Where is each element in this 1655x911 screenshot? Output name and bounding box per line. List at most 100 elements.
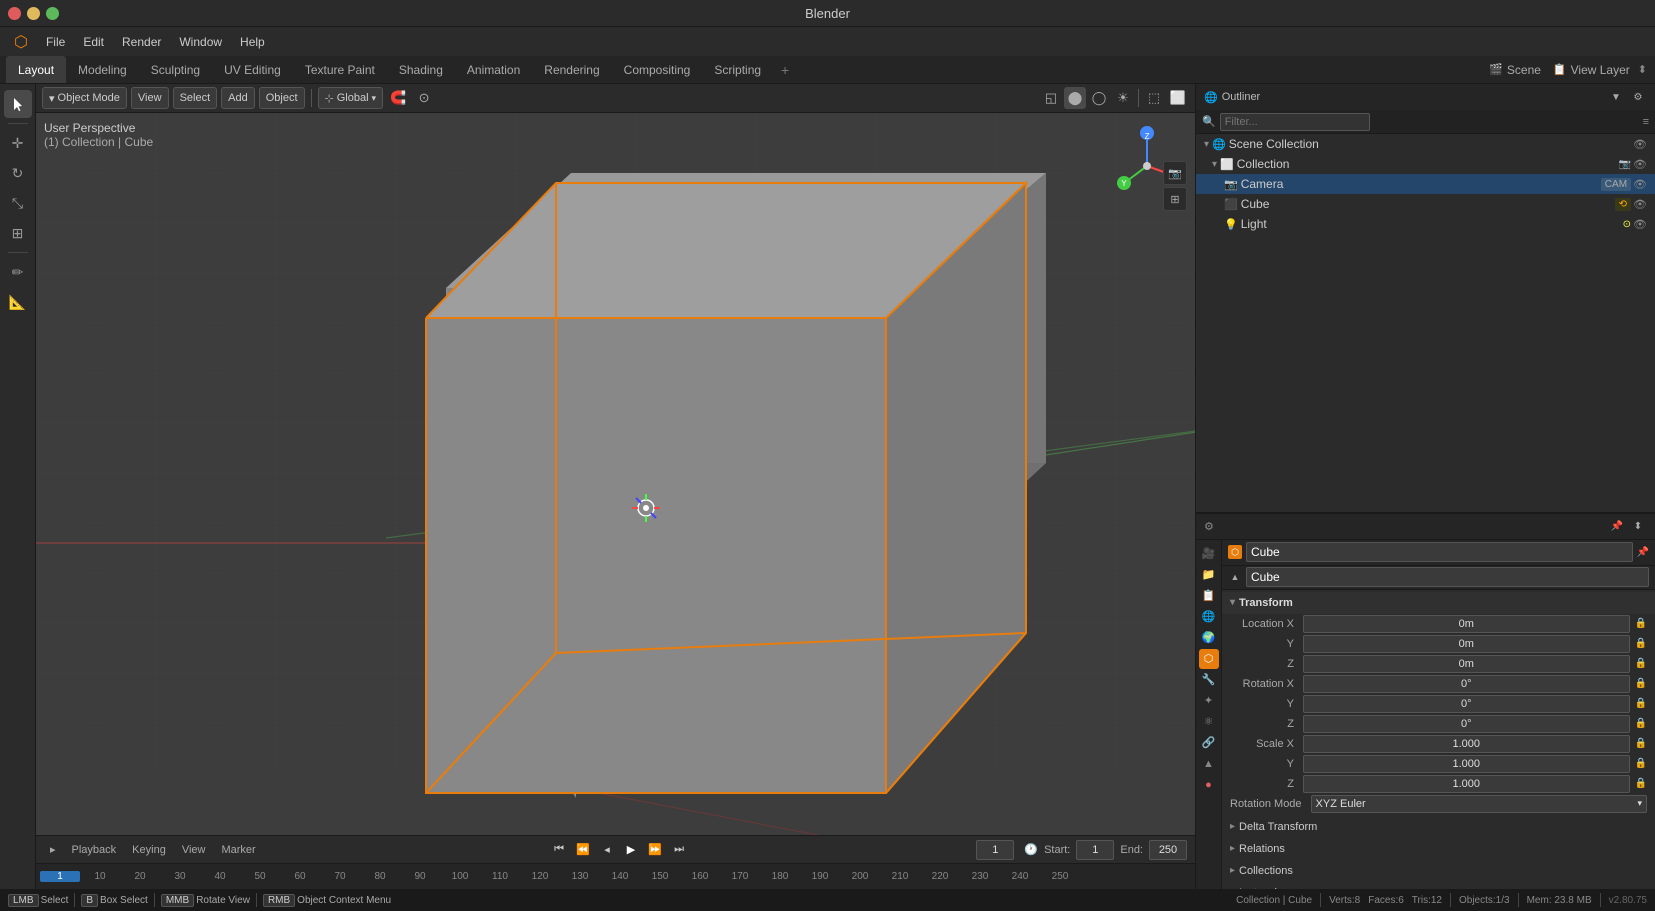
- tab-sculpting[interactable]: Sculpting: [139, 56, 212, 83]
- tab-animation[interactable]: Animation: [455, 56, 532, 83]
- prop-physics-icon[interactable]: ⚛: [1199, 712, 1219, 732]
- outliner-light[interactable]: 💡 Light ⊙ 👁: [1196, 214, 1655, 234]
- frame-20[interactable]: 20: [120, 871, 160, 882]
- annotate-tool[interactable]: ✏: [4, 258, 32, 286]
- navigation-gizmo[interactable]: Z X Y: [1087, 121, 1187, 211]
- prop-view-layer-icon[interactable]: 📋: [1199, 586, 1219, 606]
- instancing-toggle[interactable]: ▸ Instancing: [1222, 882, 1655, 890]
- toggle-camera-view[interactable]: 📷: [1163, 161, 1187, 185]
- prop-scene-icon[interactable]: 🌐: [1199, 607, 1219, 627]
- prop-render-icon[interactable]: 🎥: [1199, 544, 1219, 564]
- frame-170[interactable]: 170: [720, 871, 760, 882]
- scale-tool[interactable]: ⤡: [4, 189, 32, 217]
- solid-mode[interactable]: ⬤: [1064, 87, 1086, 109]
- transform-section-header[interactable]: ▾ Transform: [1222, 592, 1655, 614]
- minimize-button[interactable]: [27, 7, 40, 20]
- object-menu[interactable]: Object: [259, 87, 305, 109]
- view-menu[interactable]: View: [131, 87, 169, 109]
- tab-rendering[interactable]: Rendering: [532, 56, 611, 83]
- rotation-z-lock[interactable]: 🔒: [1635, 718, 1647, 729]
- tab-scripting[interactable]: Scripting: [702, 56, 773, 83]
- frame-180[interactable]: 180: [760, 871, 800, 882]
- wireframe-mode[interactable]: ◱: [1040, 87, 1062, 109]
- menu-window[interactable]: Window: [171, 32, 230, 52]
- blender-icon[interactable]: ⬡: [6, 29, 36, 55]
- prop-modifier-icon[interactable]: 🔧: [1199, 670, 1219, 690]
- rotate-tool[interactable]: ↻: [4, 159, 32, 187]
- tab-modeling[interactable]: Modeling: [66, 56, 139, 83]
- cursor-tool[interactable]: [4, 90, 32, 118]
- tab-shading[interactable]: Shading: [387, 56, 455, 83]
- frame-240[interactable]: 240: [1000, 871, 1040, 882]
- scale-y-lock[interactable]: 🔒: [1635, 758, 1647, 769]
- properties-options[interactable]: ⬍: [1629, 517, 1647, 535]
- frame-140[interactable]: 140: [600, 871, 640, 882]
- current-frame[interactable]: 1: [976, 840, 1014, 860]
- step-back[interactable]: ⏪: [572, 839, 594, 861]
- end-frame[interactable]: 250: [1149, 840, 1187, 860]
- frame-10[interactable]: 10: [80, 871, 120, 882]
- material-preview[interactable]: ◯: [1088, 87, 1110, 109]
- frame-110[interactable]: 110: [480, 871, 520, 882]
- frame-60[interactable]: 60: [280, 871, 320, 882]
- outliner-cube[interactable]: ⬛ Cube ⟲ 👁: [1196, 194, 1655, 214]
- proportional-edit[interactable]: ⊙: [413, 87, 435, 109]
- frame-90[interactable]: 90: [400, 871, 440, 882]
- location-z-lock[interactable]: 🔒: [1635, 658, 1647, 669]
- marker-menu[interactable]: Marker: [215, 842, 261, 858]
- frame-230[interactable]: 230: [960, 871, 1000, 882]
- rotation-z-field[interactable]: 0°: [1303, 715, 1630, 733]
- prop-constraints-icon[interactable]: 🔗: [1199, 733, 1219, 753]
- toggle-orthographic[interactable]: ⊞: [1163, 187, 1187, 211]
- location-y-field[interactable]: 0m: [1303, 635, 1630, 653]
- xray-toggle[interactable]: ⬜: [1167, 87, 1189, 109]
- frame-250[interactable]: 250: [1040, 871, 1080, 882]
- prop-output-icon[interactable]: 📁: [1199, 565, 1219, 585]
- viewport-scene[interactable]: User Perspective (1) Collection | Cube Z: [36, 113, 1195, 835]
- outliner-camera[interactable]: 📷 Camera CAM 👁: [1196, 174, 1655, 194]
- step-forward[interactable]: ⏩: [644, 839, 666, 861]
- frame-1[interactable]: 1: [40, 871, 80, 882]
- location-y-lock[interactable]: 🔒: [1635, 638, 1647, 649]
- play-back[interactable]: ◂: [596, 839, 618, 861]
- frame-120[interactable]: 120: [520, 871, 560, 882]
- menu-edit[interactable]: Edit: [75, 32, 112, 52]
- frame-40[interactable]: 40: [200, 871, 240, 882]
- keying-menu[interactable]: Keying: [126, 842, 172, 858]
- rotation-y-field[interactable]: 0°: [1303, 695, 1630, 713]
- delta-transform-toggle[interactable]: ▸ Delta Transform: [1222, 816, 1655, 838]
- tab-layout[interactable]: Layout: [6, 56, 66, 83]
- frame-200[interactable]: 200: [840, 871, 880, 882]
- visibility-icon-scene[interactable]: 👁: [1633, 138, 1647, 151]
- visibility-icon-camera[interactable]: 👁: [1633, 178, 1647, 191]
- scale-z-field[interactable]: 1.000: [1303, 775, 1630, 793]
- prop-data-icon[interactable]: ▲: [1199, 754, 1219, 774]
- frame-150[interactable]: 150: [640, 871, 680, 882]
- overlay-toggle[interactable]: ⬚: [1143, 87, 1165, 109]
- tab-compositing[interactable]: Compositing: [612, 56, 703, 83]
- select-menu[interactable]: Select: [173, 87, 218, 109]
- add-workspace-tab[interactable]: +: [773, 58, 797, 82]
- tab-texture-paint[interactable]: Texture Paint: [293, 56, 387, 83]
- frame-100[interactable]: 100: [440, 871, 480, 882]
- outliner-options[interactable]: ⚙: [1629, 88, 1647, 106]
- collections-toggle[interactable]: ▸ Collections: [1222, 860, 1655, 882]
- rotation-x-lock[interactable]: 🔒: [1635, 678, 1647, 689]
- scale-x-lock[interactable]: 🔒: [1635, 738, 1647, 749]
- location-z-field[interactable]: 0m: [1303, 655, 1630, 673]
- jump-to-start[interactable]: ⏮: [548, 839, 570, 861]
- filter-icon[interactable]: ≡: [1643, 116, 1649, 128]
- rotation-mode-dropdown[interactable]: XYZ Euler ▾: [1311, 795, 1647, 813]
- frame-130[interactable]: 130: [560, 871, 600, 882]
- outliner-collection[interactable]: ▾ ⬜ Collection 📷 👁: [1196, 154, 1655, 174]
- outliner-search-input[interactable]: [1220, 113, 1370, 131]
- frame-30[interactable]: 30: [160, 871, 200, 882]
- play-forward[interactable]: ▶: [620, 839, 642, 861]
- object-name-field[interactable]: Cube: [1246, 542, 1633, 562]
- tab-uv-editing[interactable]: UV Editing: [212, 56, 293, 83]
- object-mode-dropdown[interactable]: ▾ Object Mode: [42, 87, 127, 109]
- start-frame[interactable]: 1: [1076, 840, 1114, 860]
- maximize-button[interactable]: [46, 7, 59, 20]
- jump-to-end[interactable]: ⏭: [668, 839, 690, 861]
- object-data-name-field[interactable]: Cube: [1246, 567, 1649, 587]
